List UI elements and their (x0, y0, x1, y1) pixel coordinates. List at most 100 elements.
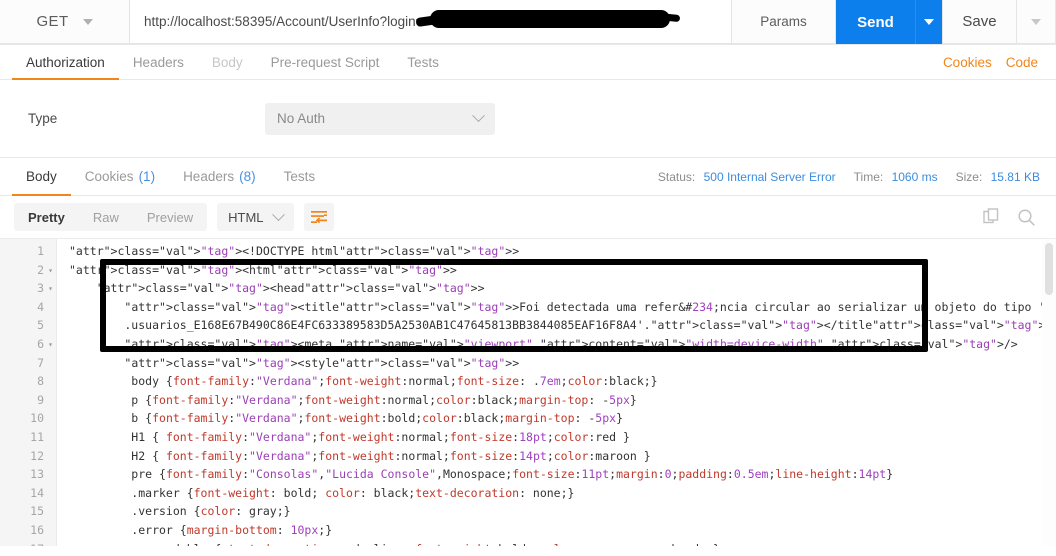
save-options-button[interactable] (1017, 0, 1056, 44)
code-line: 11 H1 { font-family:"Verdana";font-weigh… (0, 428, 1056, 447)
response-body-editor[interactable]: 1 "attr">class="val">"tag"><!DOCTYPE html… (0, 238, 1056, 546)
view-raw[interactable]: Raw (79, 203, 133, 231)
line-number: 8 (37, 374, 44, 389)
code-line-text: .expandable { text-decoration:underline;… (57, 540, 1056, 547)
http-method-selector[interactable]: GET (0, 0, 130, 44)
request-tabs-links: Cookies Code (943, 45, 1056, 79)
editor-scrollbar[interactable] (1042, 239, 1056, 546)
tab-body[interactable]: Body (198, 45, 257, 79)
chevron-down-icon (472, 109, 485, 123)
code-line-text: .usuarios_E168E67B490C86E4FC633389583D5A… (69, 318, 1052, 333)
http-method-label: GET (36, 13, 69, 30)
code-line-text: b {font-family:"Verdana";font-weight:bol… (69, 411, 624, 426)
code-line-text: .error {margin-bottom: 10px;} (69, 522, 333, 537)
url-input[interactable]: http://localhost:58395/Account/UserInfo?… (130, 0, 732, 44)
tab-label: Authorization (26, 54, 105, 70)
send-button[interactable]: Send (836, 0, 915, 44)
response-tab-cookies[interactable]: Cookies (1) (71, 158, 169, 195)
word-wrap-button[interactable] (303, 203, 334, 231)
code-line: 8 body {font-family:"Verdana";font-weigh… (0, 372, 1056, 391)
response-tab-tests[interactable]: Tests (270, 158, 330, 195)
code-line-text: "attr">class="val">"tag"><meta "attr">na… (124, 336, 1018, 351)
response-tab-body[interactable]: Body (12, 158, 71, 196)
line-number: 1 (37, 244, 44, 258)
params-label: Params (760, 14, 807, 29)
tab-label: Headers (132, 54, 184, 70)
format-select[interactable]: HTML (217, 203, 294, 231)
status-badge: Status: 500 Internal Server Error (658, 170, 836, 184)
time-badge: Time: 1060 ms (854, 170, 938, 184)
tab-authorization[interactable]: Authorization (12, 45, 119, 80)
tab-label: Pre-request Script (270, 54, 380, 70)
code-line-text: "attr">class="val">"tag"><title"attr">cl… (124, 299, 1056, 314)
code-link[interactable]: Code (1006, 55, 1038, 70)
request-tabs: Authorization Headers Body Pre-request S… (0, 45, 1056, 80)
tab-label: Headers (183, 169, 235, 184)
search-button[interactable] (1017, 208, 1036, 227)
code-line: 4 "attr">class="val">"tag"><title"attr">… (0, 298, 1056, 317)
chevron-down-icon (1031, 18, 1041, 25)
size-key: Size: (955, 169, 983, 184)
cookies-link[interactable]: Cookies (943, 55, 992, 70)
code-content[interactable]: 1 "attr">class="val">"tag"><!DOCTYPE html… (0, 239, 1056, 546)
fold-toggle-icon[interactable]: ▾ (44, 335, 57, 354)
line-number: 2 (37, 262, 44, 277)
tab-tests[interactable]: Tests (393, 45, 453, 79)
tab-label: Tests (407, 54, 439, 70)
line-number: 9 (37, 392, 44, 407)
code-line: 16 .error {margin-bottom: 10px;} (0, 521, 1056, 540)
cookies-count: (1) (138, 169, 156, 184)
view-label: Raw (92, 209, 119, 225)
view-label: Preview (146, 209, 194, 225)
line-number: 6 (37, 336, 44, 351)
code-line-text: "attr">class="val">"tag"><html"attr">cla… (69, 262, 457, 277)
view-preview[interactable]: Preview (133, 203, 207, 231)
code-line-text: "attr">class="val">"tag"><style"attr">cl… (124, 355, 520, 370)
auth-type-select[interactable]: No Auth (265, 102, 495, 135)
auth-type-value: No Auth (277, 111, 326, 126)
response-actions (983, 208, 1042, 227)
fold-toggle-icon[interactable]: ▾ (44, 261, 57, 280)
tab-headers[interactable]: Headers (119, 45, 198, 79)
view-pretty[interactable]: Pretty (14, 203, 79, 231)
response-tab-headers[interactable]: Headers (8) (169, 158, 270, 195)
code-line: 9 p {font-family:"Verdana";font-weight:n… (0, 391, 1056, 410)
code-line: 10 b {font-family:"Verdana";font-weight:… (0, 409, 1056, 428)
code-line: 15 .version {color: gray;} (0, 502, 1056, 521)
editor-scrollbar-thumb[interactable] (1045, 243, 1053, 295)
send-button-group: Send (836, 0, 942, 44)
tab-pre-request-script[interactable]: Pre-request Script (257, 45, 394, 79)
search-icon (1018, 208, 1035, 226)
params-button[interactable]: Params (732, 0, 836, 44)
chevron-down-icon (271, 207, 285, 221)
send-options-button[interactable] (915, 0, 942, 44)
save-button[interactable]: Save (942, 0, 1017, 44)
code-line-text: H2 { font-family:"Verdana";font-weight:n… (69, 448, 651, 463)
code-line: 12 H2 { font-family:"Verdana";font-weigh… (0, 447, 1056, 466)
request-bar: GET http://localhost:58395/Account/UserI… (0, 0, 1056, 45)
tab-label: Body (211, 54, 243, 70)
copy-button[interactable] (983, 208, 1001, 226)
code-line: 2 ▾ "attr">class="val">"tag"><html"attr">c… (0, 261, 1056, 280)
authorization-panel: Type No Auth (0, 80, 1056, 158)
status-value: 500 Internal Server Error (703, 169, 836, 184)
code-line-text: .marker {font-weight: bold; color: black… (69, 485, 575, 500)
line-number: 5 (37, 318, 44, 333)
fold-toggle-icon[interactable]: ▾ (44, 279, 57, 298)
auth-type-label: Type (28, 111, 58, 126)
headers-count: (8) (239, 169, 256, 184)
code-line-text: "attr">class="val">"tag"><head"attr">cla… (96, 281, 485, 296)
fold-toggle-icon[interactable]: ▾ (44, 540, 57, 547)
url-text: http://localhost:58395/Account/UserInfo?… (144, 14, 424, 29)
line-number: 4 (37, 299, 44, 314)
